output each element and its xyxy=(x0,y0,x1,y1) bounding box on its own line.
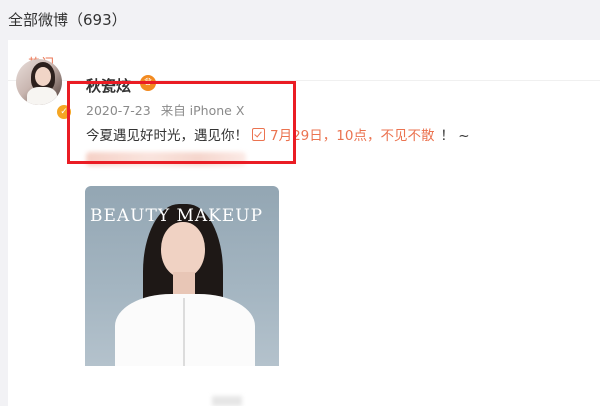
photo-caption: BEAUTY MAKEUP xyxy=(90,206,264,226)
post-text-suffix: ！ ~ xyxy=(440,128,470,144)
avatar[interactable] xyxy=(16,59,62,105)
post-photo[interactable]: BEAUTY MAKEUP xyxy=(85,186,279,366)
avatar-body xyxy=(27,87,57,105)
blurred-strip xyxy=(212,396,242,406)
header-title: 全部微博（693） xyxy=(8,11,127,29)
page-header: 全部微博（693） xyxy=(0,0,600,38)
photo-shirt xyxy=(115,294,255,366)
red-highlight-box xyxy=(67,81,296,164)
photo-shirt-fold xyxy=(183,298,185,366)
avatar-face xyxy=(35,67,51,86)
photo-face xyxy=(161,222,205,278)
